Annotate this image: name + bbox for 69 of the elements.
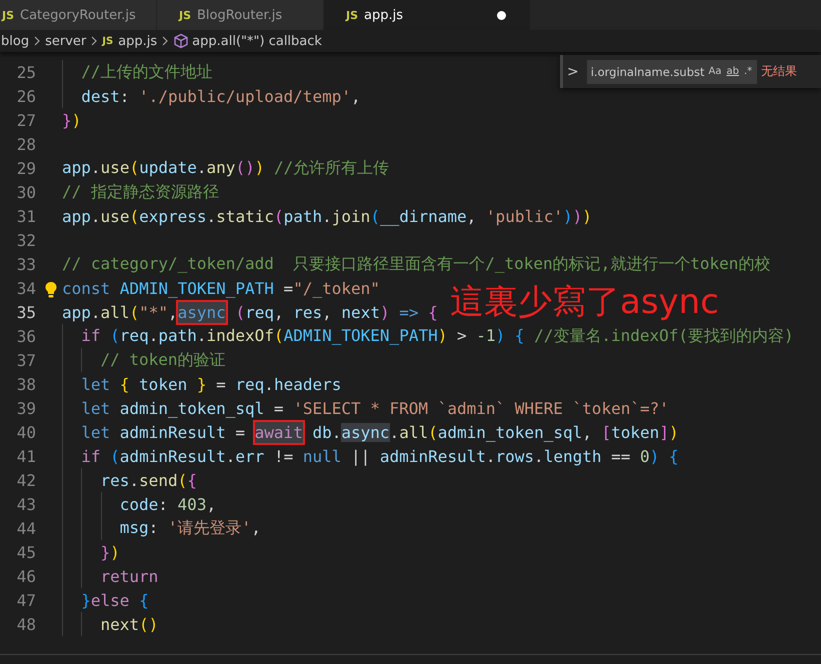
code-line: let { token } = req.headers <box>81 374 342 394</box>
code-line: return <box>100 566 158 586</box>
code-line: app.all("*",async (req, res, next) => { <box>62 302 438 322</box>
js-file-icon: JS <box>179 8 192 22</box>
line-number: 36 <box>16 326 36 346</box>
no-results-text: 无结果 <box>761 63 798 80</box>
line-number: 48 <box>16 614 36 634</box>
code-line: // category/_token/add 只要接口路径里面含有一个/_token的标记,就进行一个token的校 <box>62 254 770 274</box>
find-input[interactable]: i.orginalname.subst Aa ab .* <box>586 60 758 84</box>
chevron-right-icon <box>32 35 42 47</box>
breadcrumb-item[interactable]: blog <box>1 34 30 48</box>
code-line: // token的验证 <box>100 350 226 370</box>
line-number: 43 <box>16 494 36 514</box>
line-number: 47 <box>16 590 36 610</box>
line-number: 27 <box>16 110 36 130</box>
breadcrumb-item[interactable]: server <box>45 34 86 48</box>
line-number: 33 <box>16 254 36 274</box>
chevron-right-icon <box>89 35 100 47</box>
code-line: code: 403, <box>120 494 216 514</box>
code-line: next() <box>100 614 158 634</box>
code-line: msg: '请先登录', <box>120 518 261 538</box>
line-number: 29 <box>16 158 36 178</box>
line-number: 42 <box>16 470 36 490</box>
code-line: app.use(express.static(path.join(__dirname, 'public'))) <box>62 206 592 226</box>
line-number: 38 <box>16 374 36 394</box>
editor-tab[interactable]: JS CategoryRouter.js <box>0 0 157 30</box>
line-number: 45 <box>16 542 36 562</box>
code-line: }) <box>100 542 120 562</box>
code-line: if (adminResult.err != null || adminResult.rows.length == 0) { <box>81 446 679 466</box>
breadcrumb-item[interactable]: app.all("*") callback <box>173 33 322 49</box>
code-line: const ADMIN_TOKEN_PATH ="/_token" <box>62 278 380 298</box>
code-line: //上传的文件地址 <box>81 62 213 82</box>
cube-icon <box>173 33 190 49</box>
chevron-right-icon <box>160 35 170 47</box>
code-line: let adminResult = await db.async.all(admin_token_sql, [token]) <box>81 422 679 442</box>
js-file-icon: JS <box>346 8 358 22</box>
line-number: 26 <box>16 86 36 106</box>
lightbulb-icon <box>44 281 58 299</box>
code-line: if (req.path.indexOf(ADMIN_TOKEN_PATH) > -1) { //变量名.indexOf(要找到的内容) <box>81 326 794 346</box>
line-number: 30 <box>16 182 36 202</box>
line-number: 46 <box>16 566 36 586</box>
code-line: }) <box>62 110 82 130</box>
code-line: }else { <box>81 590 149 610</box>
code-line: let admin_token_sql = 'SELECT * FROM `admin` WHERE `token`=?' <box>81 398 669 418</box>
code-line: // 指定静态资源路径 <box>62 182 219 202</box>
js-file-icon: JS <box>2 8 14 22</box>
line-number: 41 <box>16 446 36 466</box>
find-option-button[interactable]: .* <box>742 66 754 77</box>
line-number: 37 <box>16 350 36 370</box>
expand-toggle[interactable]: > <box>563 64 583 80</box>
breadcrumb-item[interactable]: JS app.js <box>102 34 158 48</box>
editor-tab[interactable]: JS app.js <box>324 0 531 30</box>
code-line: res.send({ <box>100 470 197 490</box>
code-line: dest: './public/upload/temp', <box>81 86 361 106</box>
line-number: 40 <box>16 422 36 442</box>
editor-tab[interactable]: JS BlogRouter.js <box>157 0 324 30</box>
line-number: 31 <box>16 206 36 226</box>
code-line: app.use(update.any()) //允许所有上传 <box>62 158 390 178</box>
line-number: 32 <box>16 230 36 250</box>
line-number: 44 <box>16 518 36 538</box>
line-number: 39 <box>16 398 36 418</box>
annotation-text: 這裏少寫了async <box>450 281 719 324</box>
line-number: 28 <box>16 134 36 154</box>
unsaved-dot-icon <box>497 10 506 20</box>
find-option-button[interactable]: Aa <box>708 66 722 77</box>
line-number: 35 <box>16 302 36 322</box>
line-number: 34 <box>16 278 36 298</box>
line-number: 25 <box>16 62 36 82</box>
find-option-button[interactable]: ab <box>726 66 740 77</box>
